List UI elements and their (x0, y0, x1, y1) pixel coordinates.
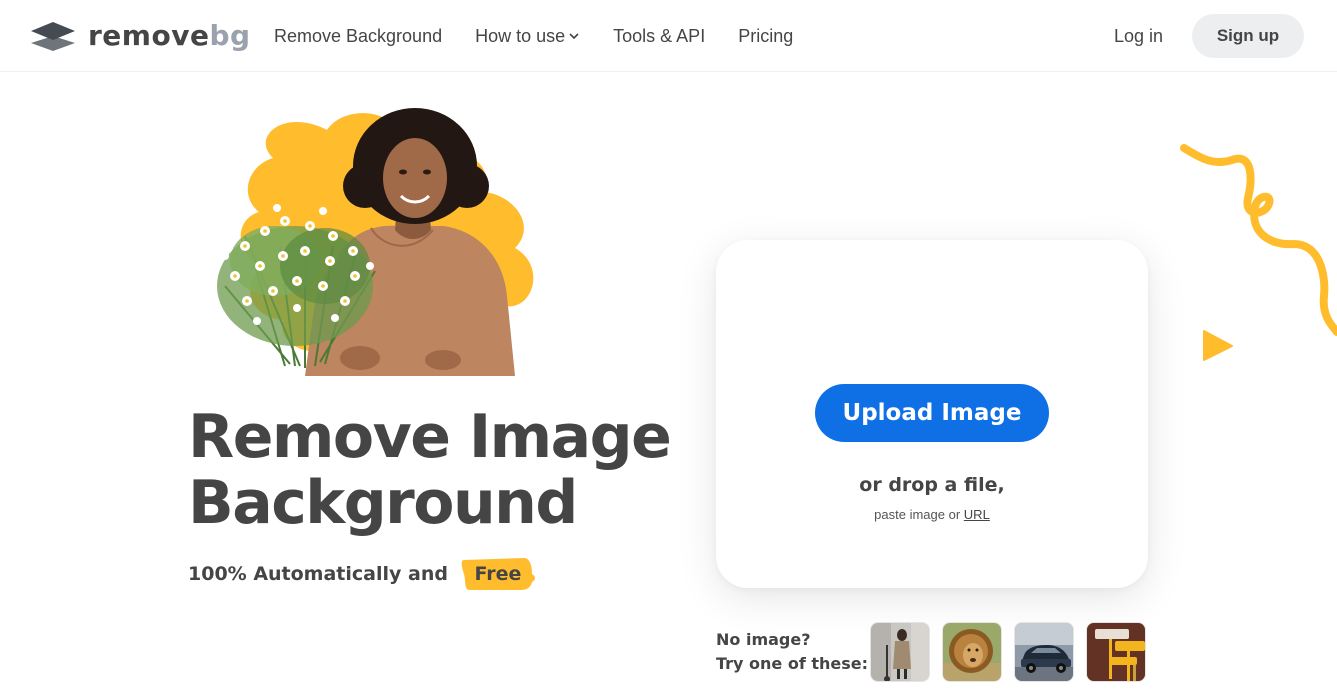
samples-label-line-1: No image? (716, 630, 811, 649)
title-line-1: Remove Image (188, 402, 672, 472)
drop-file-text: or drop a file, (859, 474, 1005, 496)
title-line-2: Background (188, 468, 578, 538)
url-link[interactable]: URL (964, 507, 990, 522)
login-link[interactable]: Log in (1114, 22, 1163, 50)
main-nav: Remove Background How to use Tools & API… (274, 22, 826, 50)
upload-image-button[interactable]: Upload Image (815, 384, 1049, 442)
subtitle-text: 100% Automatically and (188, 563, 448, 585)
hero-subtitle: 100% Automatically and Free (188, 556, 536, 592)
nav-label: How to use (475, 25, 566, 46)
nav-label: Tools & API (613, 25, 706, 46)
paste-hint: paste image or URL (716, 507, 1148, 522)
signup-button[interactable]: Sign up (1192, 14, 1304, 58)
sample-image-person[interactable] (870, 622, 930, 682)
samples-label-line-2: Try one of these: (716, 654, 869, 673)
nav-tools-api[interactable]: Tools & API (613, 26, 705, 47)
chevron-down-icon (569, 33, 579, 40)
badge-label: Free (474, 563, 522, 585)
nav-label: Remove Background (274, 25, 443, 46)
hero-image (185, 96, 605, 376)
samples-prompt: No image? Try one of these: (716, 628, 868, 676)
free-badge: Free (460, 556, 536, 592)
paste-hint-text: paste image or (874, 507, 961, 522)
logo-link[interactable]: removebg (31, 16, 251, 56)
sample-image-car[interactable] (1014, 622, 1074, 682)
nav-how-to-use[interactable]: How to use (475, 26, 580, 47)
logo-text-accent: bg (209, 19, 251, 52)
top-header: removebg Remove Background How to use To… (0, 0, 1337, 72)
sample-image-paint-rollers[interactable] (1086, 622, 1146, 682)
sample-image-lion[interactable] (942, 622, 1002, 682)
yellow-triangle-decoration (1203, 330, 1233, 361)
logo-text: removebg (88, 16, 251, 56)
layers-logo-icon (31, 22, 75, 51)
upload-dropzone[interactable]: Upload Image or drop a file, paste image… (716, 240, 1148, 588)
nav-remove-background[interactable]: Remove Background (274, 26, 442, 47)
nav-label: Pricing (738, 25, 794, 46)
yellow-squiggle-decoration (1180, 144, 1337, 336)
nav-pricing[interactable]: Pricing (738, 26, 793, 47)
page-title: Remove Image Background (188, 404, 688, 536)
logo-text-main: remove (88, 19, 210, 52)
